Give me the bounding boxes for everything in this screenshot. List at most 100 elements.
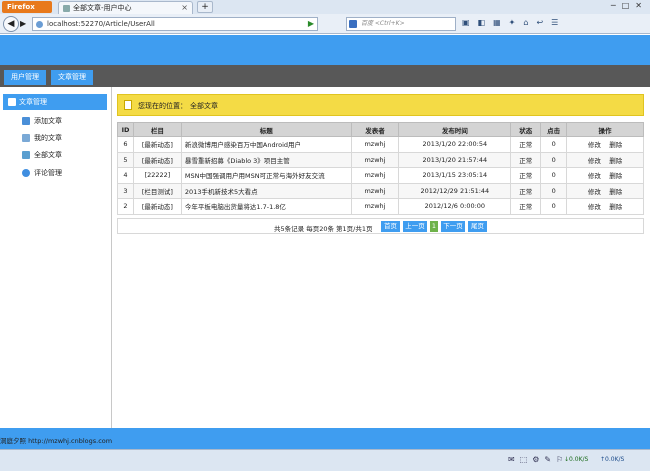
edit-link[interactable]: 修改	[588, 172, 601, 180]
edit-link[interactable]: 修改	[588, 203, 601, 211]
cell-clicks: 0	[540, 167, 568, 184]
table-row: 3 [栏目测试] 2013手机新技术5大看点 mzwhj 2012/12/29 …	[117, 182, 644, 199]
cell-title[interactable]: 暴雪重新招募《Diablo 3》项目主管	[180, 151, 352, 168]
window-controls[interactable]: ─□✕	[611, 1, 648, 10]
toolbar-icons[interactable]: ▣◧▦✦⌂↩☰	[462, 18, 566, 27]
cell-clicks: 0	[540, 136, 568, 153]
column-header[interactable]: 标题	[180, 122, 352, 137]
navigation-bar: ◀ ▶ localhost:52270/Article/UserAll ▶ 百度…	[0, 14, 650, 34]
cell-status: 正常	[510, 167, 542, 184]
nav-article-management[interactable]: 文章管理	[51, 70, 93, 85]
pagination: 共5条记录 每页20条 第1页/共1页 首页 上一页 1 下一页 尾页	[117, 218, 644, 234]
cell-clicks: 0	[540, 198, 568, 215]
site-banner	[0, 35, 650, 65]
cell-id: 3	[117, 182, 134, 199]
sidebar-item-label: 评论管理	[34, 169, 62, 177]
cell-category: [最新动态]	[132, 136, 182, 153]
download-rate: ↓0.0K/S	[564, 456, 589, 463]
breadcrumb-current: 全部文章	[190, 102, 218, 110]
column-header[interactable]: ID	[117, 122, 134, 137]
browser-status-bar: ✉⬚⚙✎⚐ ↓0.0K/S ↑0.0K/S	[0, 449, 650, 471]
table-row: 4 [22222] MSN中国强调用户用MSN可正常与海外好友交流 mzwhj …	[117, 167, 644, 184]
sidebar-item-my-articles[interactable]: 我的文章	[22, 132, 62, 144]
cell-clicks: 0	[540, 182, 568, 199]
search-placeholder: 百度 <Ctrl+K>	[361, 20, 405, 27]
cell-author: mzwhj	[350, 136, 400, 153]
sidebar-item-label: 添加文章	[34, 117, 62, 125]
sidebar-item-label: 我的文章	[34, 134, 62, 142]
delete-link[interactable]: 删除	[609, 172, 622, 180]
edit-link[interactable]: 修改	[588, 157, 601, 165]
cell-id: 5	[117, 151, 134, 168]
download-rate-value: 0.0K/S	[569, 456, 589, 463]
column-header[interactable]: 点击	[540, 122, 568, 137]
cell-title[interactable]: MSN中国强调用户用MSN可正常与海外好友交流	[180, 167, 352, 184]
sidebar-item-label: 全部文章	[34, 151, 62, 159]
cell-author: mzwhj	[350, 167, 400, 184]
cell-title[interactable]: 今年平板电脑出货量将达1.7-1.8亿	[180, 198, 352, 215]
cell-author: mzwhj	[350, 182, 400, 199]
cell-category: [最新动态]	[132, 198, 182, 215]
go-icon[interactable]: ▶	[308, 18, 314, 30]
add-article-icon	[22, 117, 30, 125]
cell-actions: 修改 删除	[566, 151, 644, 168]
cell-category: [栏目测试]	[132, 182, 182, 199]
all-articles-icon	[22, 151, 30, 159]
cell-actions: 修改 删除	[566, 136, 644, 153]
sidebar: 文章管理 添加文章 我的文章 全部文章 评论管理	[0, 87, 112, 428]
forward-icon[interactable]: ▶	[20, 19, 26, 28]
address-bar[interactable]: localhost:52270/Article/UserAll ▶	[32, 17, 318, 31]
cell-title[interactable]: 2013手机新技术5大看点	[180, 182, 352, 199]
edit-link[interactable]: 修改	[588, 188, 601, 196]
sidebar-item-add-article[interactable]: 添加文章	[22, 115, 62, 127]
my-articles-icon	[22, 134, 30, 142]
browser-tab[interactable]: 全部文章-用户中心 ×	[58, 1, 193, 14]
nav-user-management[interactable]: 用户管理	[4, 70, 46, 85]
prev-page-button[interactable]: 上一页	[403, 221, 427, 232]
edit-link[interactable]: 修改	[588, 141, 601, 149]
search-engine-icon[interactable]	[349, 20, 357, 28]
favicon-icon	[63, 5, 70, 12]
url-text: localhost:52270/Article/UserAll	[47, 20, 155, 28]
back-icon[interactable]: ◀	[3, 16, 19, 32]
cell-category: [22222]	[132, 167, 182, 184]
last-page-button[interactable]: 尾页	[468, 221, 487, 232]
cell-id: 4	[117, 167, 134, 184]
cell-actions: 修改 删除	[566, 182, 644, 199]
next-page-button[interactable]: 下一页	[441, 221, 465, 232]
column-header[interactable]: 发布时间	[398, 122, 512, 137]
table-row: 5 [最新动态] 暴雪重新招募《Diablo 3》项目主管 mzwhj 2013…	[117, 151, 644, 168]
sidebar-item-all-articles[interactable]: 全部文章	[22, 149, 62, 161]
cell-author: mzwhj	[350, 198, 400, 215]
column-header: 操作	[566, 122, 644, 137]
delete-link[interactable]: 删除	[609, 141, 622, 149]
sidebar-header[interactable]: 文章管理	[3, 94, 107, 110]
cell-title[interactable]: 新浪微博用户感染百万中国Android用户	[180, 136, 352, 153]
new-tab-button[interactable]: +	[197, 1, 213, 13]
cell-author: mzwhj	[350, 151, 400, 168]
site-footer: 洞庭夕照 http://mzwhj.cnblogs.com	[0, 428, 650, 449]
sidebar-item-comments[interactable]: 评论管理	[22, 167, 62, 179]
upload-rate-value: 0.0K/S	[605, 456, 625, 463]
cell-category: [最新动态]	[132, 151, 182, 168]
column-header[interactable]: 发表者	[350, 122, 400, 137]
delete-link[interactable]: 删除	[609, 157, 622, 165]
column-header[interactable]: 状态	[510, 122, 542, 137]
delete-link[interactable]: 删除	[609, 203, 622, 211]
top-navigation: 用户管理 文章管理	[0, 65, 650, 87]
cell-actions: 修改 删除	[566, 198, 644, 215]
articles-table: ID 栏目 标题 发表者 发布时间 状态 点击 操作 6 [最新动态] 新浪微博…	[117, 122, 644, 215]
breadcrumb: 您现在的位置： 全部文章	[117, 94, 644, 116]
cell-time: 2012/12/29 21:51:44	[398, 182, 512, 199]
table-row: 6 [最新动态] 新浪微博用户感染百万中国Android用户 mzwhj 201…	[117, 136, 644, 153]
current-page-button[interactable]: 1	[430, 221, 438, 232]
status-icons[interactable]: ✉⬚⚙✎⚐	[508, 455, 568, 464]
delete-link[interactable]: 删除	[609, 188, 622, 196]
tab-close-icon[interactable]: ×	[181, 2, 188, 14]
tab-title: 全部文章-用户中心	[73, 4, 132, 12]
column-header[interactable]: 栏目	[132, 122, 182, 137]
search-box[interactable]: 百度 <Ctrl+K>	[346, 17, 456, 31]
first-page-button[interactable]: 首页	[381, 221, 400, 232]
firefox-menu-button[interactable]: Firefox	[2, 1, 52, 13]
pagination-info: 共5条记录 每页20条 第1页/共1页	[274, 225, 373, 233]
